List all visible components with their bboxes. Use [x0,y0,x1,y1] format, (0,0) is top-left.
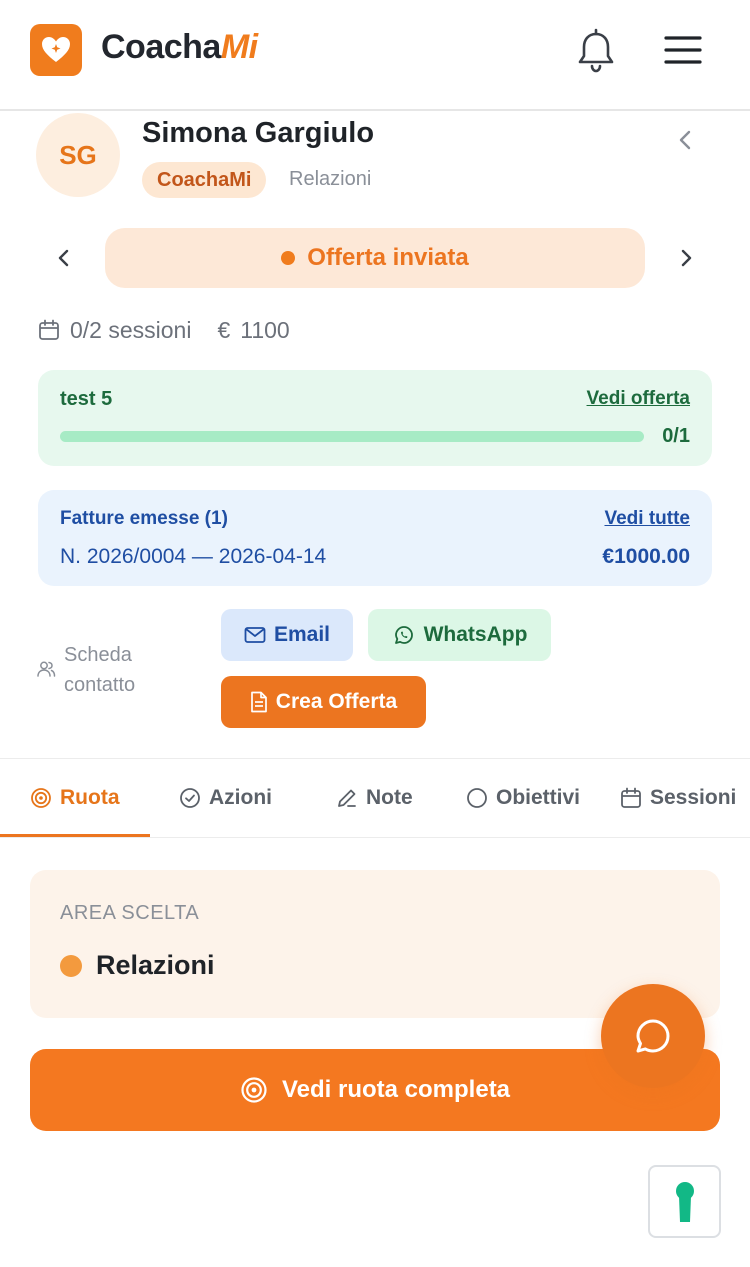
tab-ruota[interactable]: Ruota [30,759,120,837]
chosen-area-value: Relazioni [60,950,215,981]
tab-ruota-label: Ruota [60,786,120,809]
avatar: SG [36,113,120,197]
contact-meta: 0/2 sessioni € 1100 [38,314,290,346]
offer-title: test 5 [60,388,113,410]
brand-name[interactable]: CoachaMi [101,28,258,67]
target-icon [241,1077,267,1103]
chat-fab-button[interactable] [601,984,705,1088]
tab-obiettivi-label: Obiettivi [496,786,581,809]
check-circle-icon [180,788,200,808]
status-dot [281,251,296,265]
brand-name-part2: Mi [220,28,258,66]
status-pill[interactable]: Offerta inviata [105,228,645,288]
chevron-left-icon[interactable] [674,128,698,152]
view-full-wheel-label: Vedi ruota completa [281,1076,511,1103]
email-button[interactable]: Email [221,609,353,661]
app-logo[interactable] [30,24,82,76]
chosen-area-name: Relazioni [96,950,215,980]
section-tabs: Ruota Azioni Note Obiettivi Sessioni [0,758,750,838]
contact-name: Simona Gargiulo [142,117,375,149]
tab-sessioni[interactable]: Sessioni [620,759,736,837]
tab-sessioni-label: Sessioni [650,786,737,809]
chosen-area-card: AREA SCELTA Relazioni [30,870,720,1018]
hamburger-menu-icon[interactable] [664,34,702,66]
chosen-area-label: AREA SCELTA [60,902,200,924]
whatsapp-icon [394,626,413,644]
status-prev-chevron-icon[interactable] [52,246,76,270]
total-amount: 1100 [240,316,290,343]
tab-azioni-label: Azioni [209,786,272,809]
area-color-dot [60,954,82,977]
brand-name-part1: Coacha [101,28,221,66]
circle-icon [467,788,487,808]
invoice-line: N. 2026/0004 — 2026-04-14 [60,545,327,568]
offer-progress-count: 0/1 [662,425,690,447]
privacy-lock-button[interactable] [648,1165,721,1238]
tab-note[interactable]: Note [336,759,413,837]
source-tag: CoachaMi [142,162,267,198]
calendar-icon [39,319,59,340]
bell-icon[interactable] [574,28,618,74]
invoices-title: Fatture emesse (1) [60,508,228,529]
create-offer-button-label: Crea Offerta [275,690,398,713]
offer-card: test 5 Vedi offerta 0/1 [38,370,712,466]
active-tab-indicator [0,834,150,837]
view-all-invoices-link[interactable]: Vedi tutte [604,508,690,530]
document-icon [250,691,267,713]
currency-symbol: € [217,316,231,343]
invoices-card: Fatture emesse (1) Vedi tutte N. 2026/00… [38,490,712,586]
view-offer-link[interactable]: Vedi offerta [587,388,690,410]
sessions-count: 0/2 sessioni [70,316,192,343]
target-icon [31,788,51,808]
users-icon [37,661,56,677]
calendar-icon [621,787,641,808]
whatsapp-button-label: WhatsApp [423,623,528,646]
status-label: Offerta inviata [307,244,469,271]
contact-sheet-label: Scheda contatto [64,644,136,696]
email-button-label: Email [273,623,331,646]
tab-azioni[interactable]: Azioni [179,759,272,837]
offer-progress-bar [60,431,644,442]
area-tag: Relazioni [289,168,372,190]
heart-icon [42,37,70,62]
contact-sheet-link[interactable]: Scheda contatto [36,640,176,700]
chat-bubble-icon [636,1019,670,1053]
invoice-amount: €1000.00 [602,545,690,568]
create-offer-button[interactable]: Crea Offerta [221,676,426,728]
keyhole-icon [675,1181,694,1222]
pencil-icon [338,789,356,807]
top-bar: CoachaMi [0,0,750,111]
tab-obiettivi[interactable]: Obiettivi [466,759,580,837]
whatsapp-button[interactable]: WhatsApp [368,609,551,661]
mail-icon [244,627,266,643]
tab-note-label: Note [366,786,413,809]
status-next-chevron-icon[interactable] [674,246,698,270]
